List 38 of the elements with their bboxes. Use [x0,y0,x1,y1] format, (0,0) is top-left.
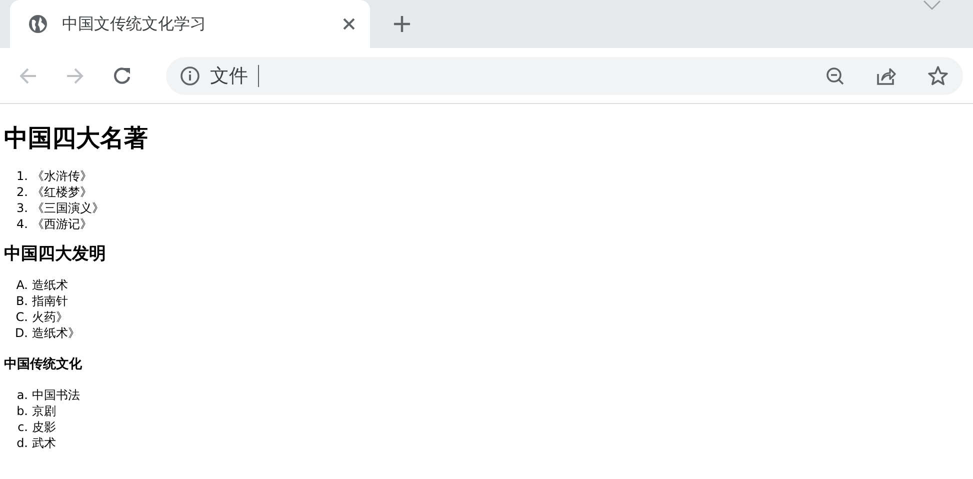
close-icon[interactable] [342,17,356,31]
list-marker: 1. [16,168,28,184]
list-marker: 4. [16,216,28,232]
list-item: 京剧 [32,403,56,419]
zoom-out-icon[interactable] [825,66,845,86]
list-marker: 3. [16,200,28,216]
list-marker: B. [14,293,28,309]
list-item: 《西游记》 [32,216,92,232]
list-item: 武术 [32,435,56,451]
list-item: 中国书法 [32,387,80,403]
star-icon[interactable] [927,64,949,86]
list-marker: A. [15,277,28,293]
section-heading: 中国四大发明 [4,243,107,265]
plus-icon[interactable] [392,14,412,34]
security-label: 文件 [210,64,248,88]
list-item: 皮影 [32,419,56,435]
list-item: 《水浒传》 [32,168,92,184]
reload-icon[interactable] [112,66,132,86]
list-item: 《三国演义》 [32,200,104,216]
list-marker: c. [16,419,28,435]
section-heading: 中国传统文化 [4,356,83,373]
address-bar[interactable]: 文件 [166,56,963,94]
list-item: 火药》 [32,309,68,325]
list-item: 造纸术》 [32,325,80,341]
list-marker: 2. [16,184,28,200]
list-item: 造纸术 [32,277,68,293]
tab-title: 中国文传统文化学习 [62,14,207,34]
info-icon [180,66,200,86]
list-marker: D. [14,325,28,341]
list-marker: a. [16,387,28,403]
browser-tab[interactable]: 中国文传统文化学习 [10,0,370,48]
list-item: 指南针 [32,293,68,309]
globe-icon [28,14,48,34]
list-item: 《红楼梦》 [32,184,92,200]
list-marker: d. [16,435,28,451]
list-marker: C. [14,309,28,325]
list-marker: b. [16,403,28,419]
section-heading: 中国四大名著 [4,123,149,154]
